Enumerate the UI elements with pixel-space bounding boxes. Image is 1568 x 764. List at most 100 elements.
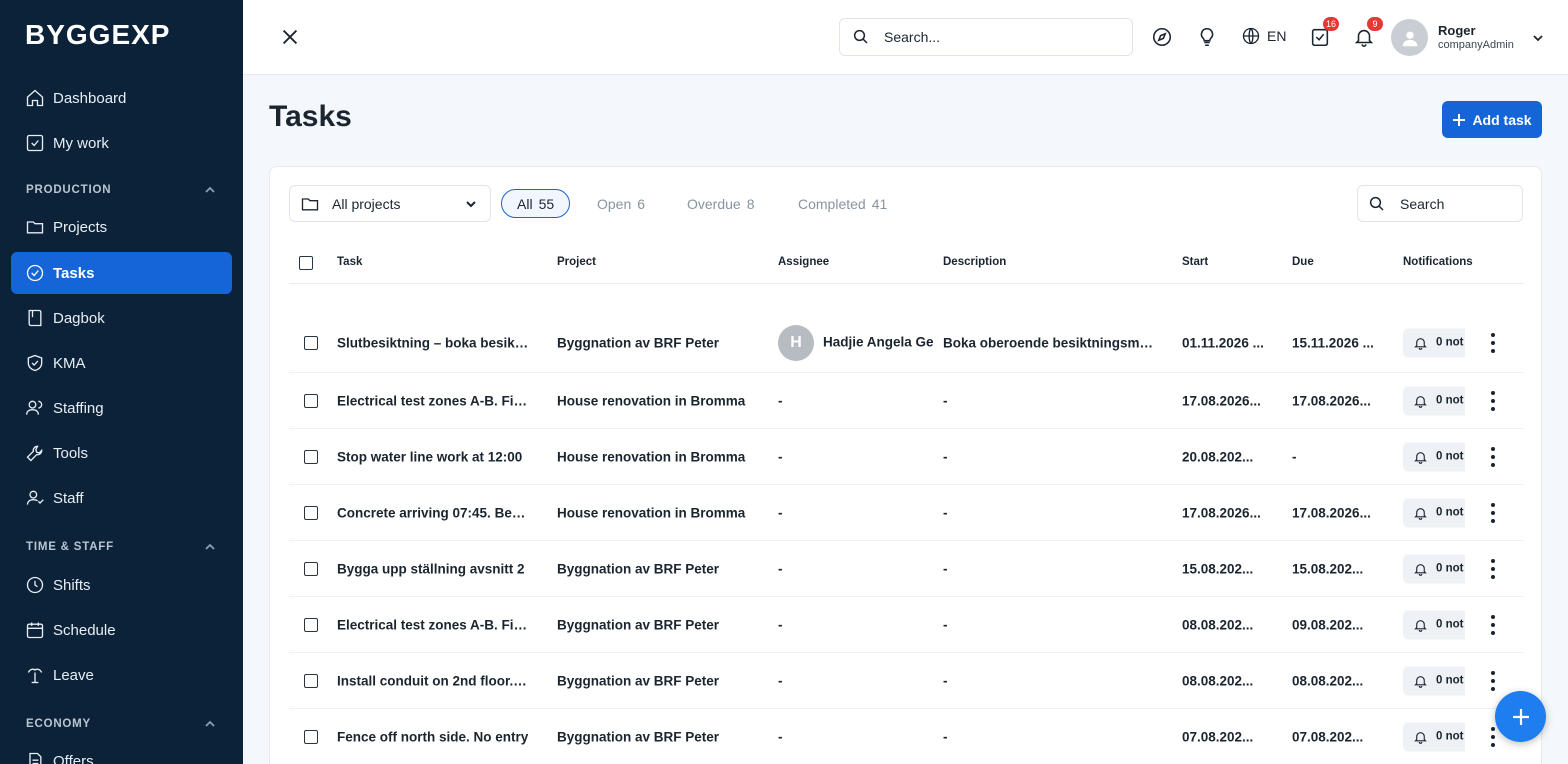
row-checkbox[interactable] (304, 449, 318, 464)
row-checkbox[interactable] (304, 729, 318, 744)
user-menu[interactable]: Roger companyAdmin (1391, 19, 1544, 56)
language-label: EN (1267, 28, 1287, 44)
column-project[interactable]: Project (557, 256, 596, 268)
assignee-cell: - (778, 393, 783, 408)
column-start[interactable]: Start (1182, 256, 1208, 268)
bell-icon[interactable]: 9 (1353, 17, 1383, 48)
tab-open[interactable]: Open 6 (597, 189, 645, 218)
task-title[interactable]: Bygga upp ställning avsnitt 2 (337, 561, 529, 576)
row-checkbox[interactable] (304, 561, 318, 576)
table-row[interactable]: Electrical test zones A-B. Final House re… (289, 373, 1524, 429)
row-checkbox[interactable] (304, 617, 318, 632)
row-checkbox[interactable] (304, 393, 318, 408)
topbar: EN 16 9 Roger companyAdmin (243, 0, 1568, 75)
sidebar-item-staffing[interactable]: Staffing (11, 387, 232, 429)
lightbulb-icon[interactable] (1196, 26, 1218, 48)
home-icon (25, 88, 45, 108)
sidebar-item-offers[interactable]: Offers (11, 740, 232, 764)
sidebar-item-leave[interactable]: Leave (11, 654, 232, 696)
search-icon (853, 29, 868, 44)
more-options-icon[interactable] (1485, 446, 1501, 467)
table-row[interactable]: Concrete arriving 07:45. Be ready House r… (289, 485, 1524, 541)
section-time-staff[interactable]: TIME & STAFF (26, 541, 216, 553)
start-date: 08.08.202... (1182, 617, 1254, 632)
due-date: 17.08.2026... (1292, 505, 1371, 520)
more-options-icon[interactable] (1485, 670, 1501, 691)
sidebar-item-shifts[interactable]: Shifts (11, 564, 232, 606)
sidebar-item-my-work[interactable]: My work (11, 122, 232, 164)
folder-icon (301, 197, 319, 210)
project-select[interactable]: All projects (289, 185, 491, 222)
user-name: Roger (1438, 23, 1476, 39)
notifications-button[interactable]: 0 not (1403, 554, 1465, 583)
compass-icon[interactable] (1151, 26, 1173, 48)
table-row[interactable]: Slutbesiktning – boka besiktning Byggnati… (289, 313, 1524, 373)
language-selector[interactable]: EN (1241, 26, 1286, 46)
folder-icon (25, 217, 45, 237)
notifications-button[interactable]: 0 not (1403, 442, 1465, 471)
user-role: companyAdmin (1438, 38, 1514, 51)
select-all-checkbox[interactable] (299, 256, 313, 270)
tab-completed[interactable]: Completed 41 (798, 189, 887, 218)
close-icon[interactable] (279, 26, 301, 48)
task-search[interactable] (1357, 185, 1523, 222)
more-options-icon[interactable] (1485, 502, 1501, 523)
sidebar-item-dagbok[interactable]: Dagbok (11, 297, 232, 339)
sidebar-item-staff[interactable]: Staff (11, 477, 232, 519)
table-row[interactable]: Fence off north side. No entry Byggnation… (289, 709, 1524, 764)
tab-overdue[interactable]: Overdue 8 (687, 189, 755, 218)
more-options-icon[interactable] (1485, 558, 1501, 579)
global-search-input[interactable] (884, 29, 1104, 45)
table-row[interactable]: Stop water line work at 12:00 House renov… (289, 429, 1524, 485)
notifications-button[interactable]: 0 not (1403, 610, 1465, 639)
sidebar-item-schedule[interactable]: Schedule (11, 609, 232, 651)
description-cell: - (943, 393, 948, 408)
row-checkbox[interactable] (304, 673, 318, 688)
table-row[interactable]: Bygga upp ställning avsnitt 2 Byggnation … (289, 541, 1524, 597)
table-row[interactable]: Electrical test zones A-B. Final Byggnati… (289, 597, 1524, 653)
column-description[interactable]: Description (943, 256, 1006, 268)
sidebar-item-tasks[interactable]: Tasks (11, 252, 232, 294)
due-date: 15.11.2026 ... (1292, 335, 1374, 350)
person-icon (1402, 31, 1417, 46)
section-economy[interactable]: ECONOMY (26, 718, 216, 730)
column-task[interactable]: Task (337, 256, 362, 268)
more-options-icon[interactable] (1485, 614, 1501, 635)
notifications-button[interactable]: 0 not (1403, 386, 1465, 415)
sidebar-item-projects[interactable]: Projects (11, 206, 232, 248)
sidebar-item-label: Shifts (53, 576, 91, 594)
global-search[interactable] (839, 18, 1133, 56)
tasks-checklist-icon[interactable]: 16 (1309, 17, 1339, 48)
task-title[interactable]: Slutbesiktning – boka besiktning (337, 335, 529, 350)
notifications-button[interactable]: 0 not (1403, 498, 1465, 527)
task-title[interactable]: Install conduit on 2nd floor. Check (337, 673, 529, 688)
fab-add-button[interactable] (1495, 691, 1546, 742)
task-title[interactable]: Stop water line work at 12:00 (337, 449, 529, 464)
sidebar-item-dashboard[interactable]: Dashboard (11, 77, 232, 119)
row-checkbox[interactable] (304, 335, 318, 350)
sidebar-item-kma[interactable]: KMA (11, 342, 232, 384)
task-title[interactable]: Electrical test zones A-B. Final (337, 617, 529, 632)
tab-all[interactable]: All 55 (501, 189, 571, 218)
task-title[interactable]: Electrical test zones A-B. Final (337, 393, 529, 408)
tasks-card: All projects All 55 Open 6 Overdue 8 Comple… (269, 166, 1542, 764)
section-production[interactable]: PRODUCTION (26, 184, 216, 196)
row-checkbox[interactable] (304, 505, 318, 520)
task-title[interactable]: Fence off north side. No entry (337, 729, 529, 744)
notifications-button[interactable]: 0 not (1403, 666, 1465, 695)
column-due[interactable]: Due (1292, 256, 1314, 268)
bell-icon (1414, 507, 1427, 520)
column-assignee[interactable]: Assignee (778, 256, 829, 268)
table-row[interactable]: Install conduit on 2nd floor. Check Byggn… (289, 653, 1524, 709)
notifications-button[interactable]: 0 not (1403, 328, 1465, 357)
add-task-button[interactable]: Add task (1442, 101, 1542, 138)
task-search-input[interactable] (1400, 195, 1510, 212)
more-options-icon[interactable] (1485, 332, 1501, 353)
task-title[interactable]: Concrete arriving 07:45. Be ready (337, 505, 529, 520)
notifications-button[interactable]: 0 not (1403, 722, 1465, 751)
more-options-icon[interactable] (1485, 390, 1501, 411)
description-cell: - (943, 449, 948, 464)
tasks-badge: 16 (1322, 17, 1339, 31)
sidebar-item-tools[interactable]: Tools (11, 432, 232, 474)
column-notifications[interactable]: Notifications (1403, 256, 1473, 268)
